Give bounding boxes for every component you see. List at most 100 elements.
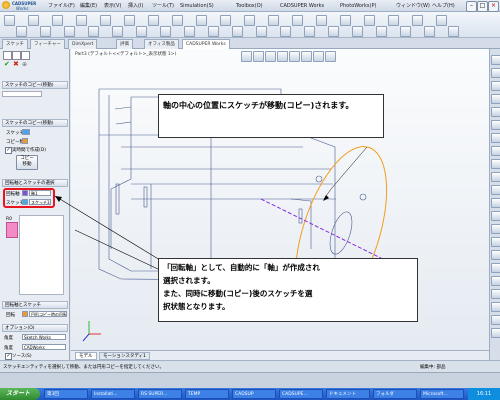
task-pane-icon[interactable] (491, 55, 500, 65)
menu-item-9[interactable]: ウィンドウ(W) (396, 2, 430, 10)
menu-item-6[interactable]: Toolbox(O) (236, 2, 263, 10)
toolbar-button-icon[interactable] (340, 15, 351, 26)
taskbar-item[interactable]: Installati... (91, 389, 135, 399)
start-button[interactable]: スタート (0, 388, 40, 400)
menu-item-1[interactable]: 編集(E) (80, 2, 97, 10)
taskbar-item[interactable]: CADSUPE... (279, 389, 323, 399)
toolbar-button-icon[interactable] (64, 26, 75, 37)
toolbar-button-icon[interactable] (40, 26, 51, 37)
toolbar-button-icon[interactable] (244, 15, 255, 26)
config-manager-icon[interactable] (21, 51, 30, 60)
toolbar-button-icon[interactable] (208, 26, 219, 37)
task-pane-icon[interactable] (491, 328, 500, 338)
section-axis-sketch[interactable]: 回転軸とスケッチの選択 (2, 179, 68, 187)
copy-move-button[interactable]: コピー 移動 (16, 155, 38, 170)
toolbar-button-icon[interactable] (16, 26, 27, 37)
task-pane-icon[interactable] (491, 185, 500, 195)
task-pane-icon[interactable] (491, 250, 500, 260)
option-row2-field[interactable]: CADWorks (22, 344, 66, 350)
section-options[interactable]: オプション(O) (2, 324, 68, 332)
toolbar-button-icon[interactable] (388, 15, 399, 26)
toolbar-button-icon[interactable] (196, 15, 207, 26)
menu-item-8[interactable]: PhotoWorks(P) (340, 2, 376, 10)
task-pane-icon[interactable] (491, 107, 500, 117)
toolbar-button-icon[interactable] (448, 26, 459, 37)
task-pane-icon[interactable] (491, 263, 500, 273)
task-pane-icon[interactable] (491, 211, 500, 221)
toolbar-button-icon[interactable] (364, 15, 375, 26)
feature-manager-icon[interactable] (3, 51, 12, 60)
task-pane-icon[interactable] (491, 94, 500, 104)
toolbar-button-icon[interactable] (172, 15, 183, 26)
copy-count-field[interactable] (22, 138, 28, 144)
toolbar-button-icon[interactable] (412, 15, 423, 26)
option-row1-field[interactable]: Sketch Works (22, 334, 66, 340)
toolbar-button-icon[interactable] (424, 26, 435, 37)
toolbar-button-icon[interactable] (112, 26, 123, 37)
task-pane-icon[interactable] (491, 120, 500, 130)
toolbar-button-icon[interactable] (328, 26, 339, 37)
task-pane-icon[interactable] (491, 146, 500, 156)
task-pane-icon[interactable] (491, 289, 500, 299)
toolbar-button-icon[interactable] (352, 26, 363, 37)
task-pane-icon[interactable] (491, 159, 500, 169)
task-pane-icon[interactable] (491, 224, 500, 234)
taskbar-item[interactable]: TEMP (185, 389, 229, 399)
menu-item-2[interactable]: 表示(V) (104, 2, 121, 10)
tab-0[interactable]: スケッチ (2, 39, 28, 49)
task-pane-icon[interactable] (491, 237, 500, 247)
task-pane-icon[interactable] (491, 276, 500, 286)
menu-item-0[interactable]: ファイル(F) (48, 2, 75, 10)
sketch2-select-field[interactable]: スケッチ3 (29, 199, 51, 205)
rotation-field[interactable]: 円形コピー時の回転 (29, 311, 67, 317)
taskbar-item[interactable]: フォルダ (373, 389, 417, 399)
tab-3[interactable]: 評価 (116, 39, 133, 49)
task-pane-icon[interactable] (491, 172, 500, 182)
toolbar-button-icon[interactable] (376, 26, 387, 37)
taskbar-item[interactable]: Microsoft... (420, 389, 464, 399)
tab-motion-study[interactable]: モーションスタディ1 (99, 352, 150, 360)
toolbar-button-icon[interactable] (160, 26, 171, 37)
menu-item-4[interactable]: ツール(T) (152, 2, 174, 10)
toolbar-button-icon[interactable] (316, 15, 327, 26)
toolbar-button-icon[interactable] (184, 26, 195, 37)
tab-1[interactable]: フィーチャー (30, 39, 65, 49)
tab-5[interactable]: CADSUPER Works (182, 39, 230, 49)
toolbar-button-icon[interactable] (76, 15, 87, 26)
taskbar-item[interactable]: RS SUPER... (138, 389, 182, 399)
toolbar-button-icon[interactable] (124, 15, 135, 26)
toolbar-button-icon[interactable] (436, 15, 447, 26)
toolbar-button-icon[interactable] (52, 15, 63, 26)
source-checkbox[interactable]: ✓ (5, 353, 12, 360)
tab-4[interactable]: オフィス製品 (144, 39, 179, 49)
toolbar-button-icon[interactable] (280, 26, 291, 37)
menu-item-5[interactable]: Simulation(S) (180, 2, 214, 10)
menu-item-7[interactable]: CADSUPER Works (280, 2, 324, 10)
ok-check-icon[interactable]: ✔ (4, 61, 10, 68)
toolbar-button-icon[interactable] (232, 26, 243, 37)
toolbar-button-icon[interactable] (220, 15, 231, 26)
toolbar-button-icon[interactable] (400, 26, 411, 37)
toolbar-button-icon[interactable] (148, 15, 159, 26)
maximize-button[interactable]: □ (477, 1, 488, 12)
task-pane-icon[interactable] (491, 198, 500, 208)
task-pane-icon[interactable] (491, 302, 500, 312)
toolbar-button-icon[interactable] (268, 15, 279, 26)
preview-list-box[interactable] (19, 215, 64, 295)
property-manager-icon[interactable] (12, 51, 21, 60)
toolbar-button-icon[interactable] (100, 15, 111, 26)
toolbar-button-icon[interactable] (4, 15, 15, 26)
tab-2[interactable]: DimXpert (68, 39, 98, 49)
task-pane-icon[interactable] (491, 68, 500, 78)
real-time-checkbox[interactable]: ✓ (5, 147, 12, 154)
tab-model[interactable]: モデル (75, 352, 97, 360)
axis-select-field[interactable]: 軸1 (29, 190, 51, 196)
close-button[interactable]: × (488, 1, 499, 12)
taskbar-item[interactable]: 第3回 (44, 389, 88, 399)
menu-item-10[interactable]: ヘルプ(H) (432, 2, 455, 10)
toolbar-button-icon[interactable] (304, 26, 315, 37)
menu-item-3[interactable]: 挿入(I) (128, 2, 143, 10)
taskbar-item[interactable]: CADSUP (232, 389, 276, 399)
task-pane-icon[interactable] (491, 133, 500, 143)
toolbar-button-icon[interactable] (28, 15, 39, 26)
